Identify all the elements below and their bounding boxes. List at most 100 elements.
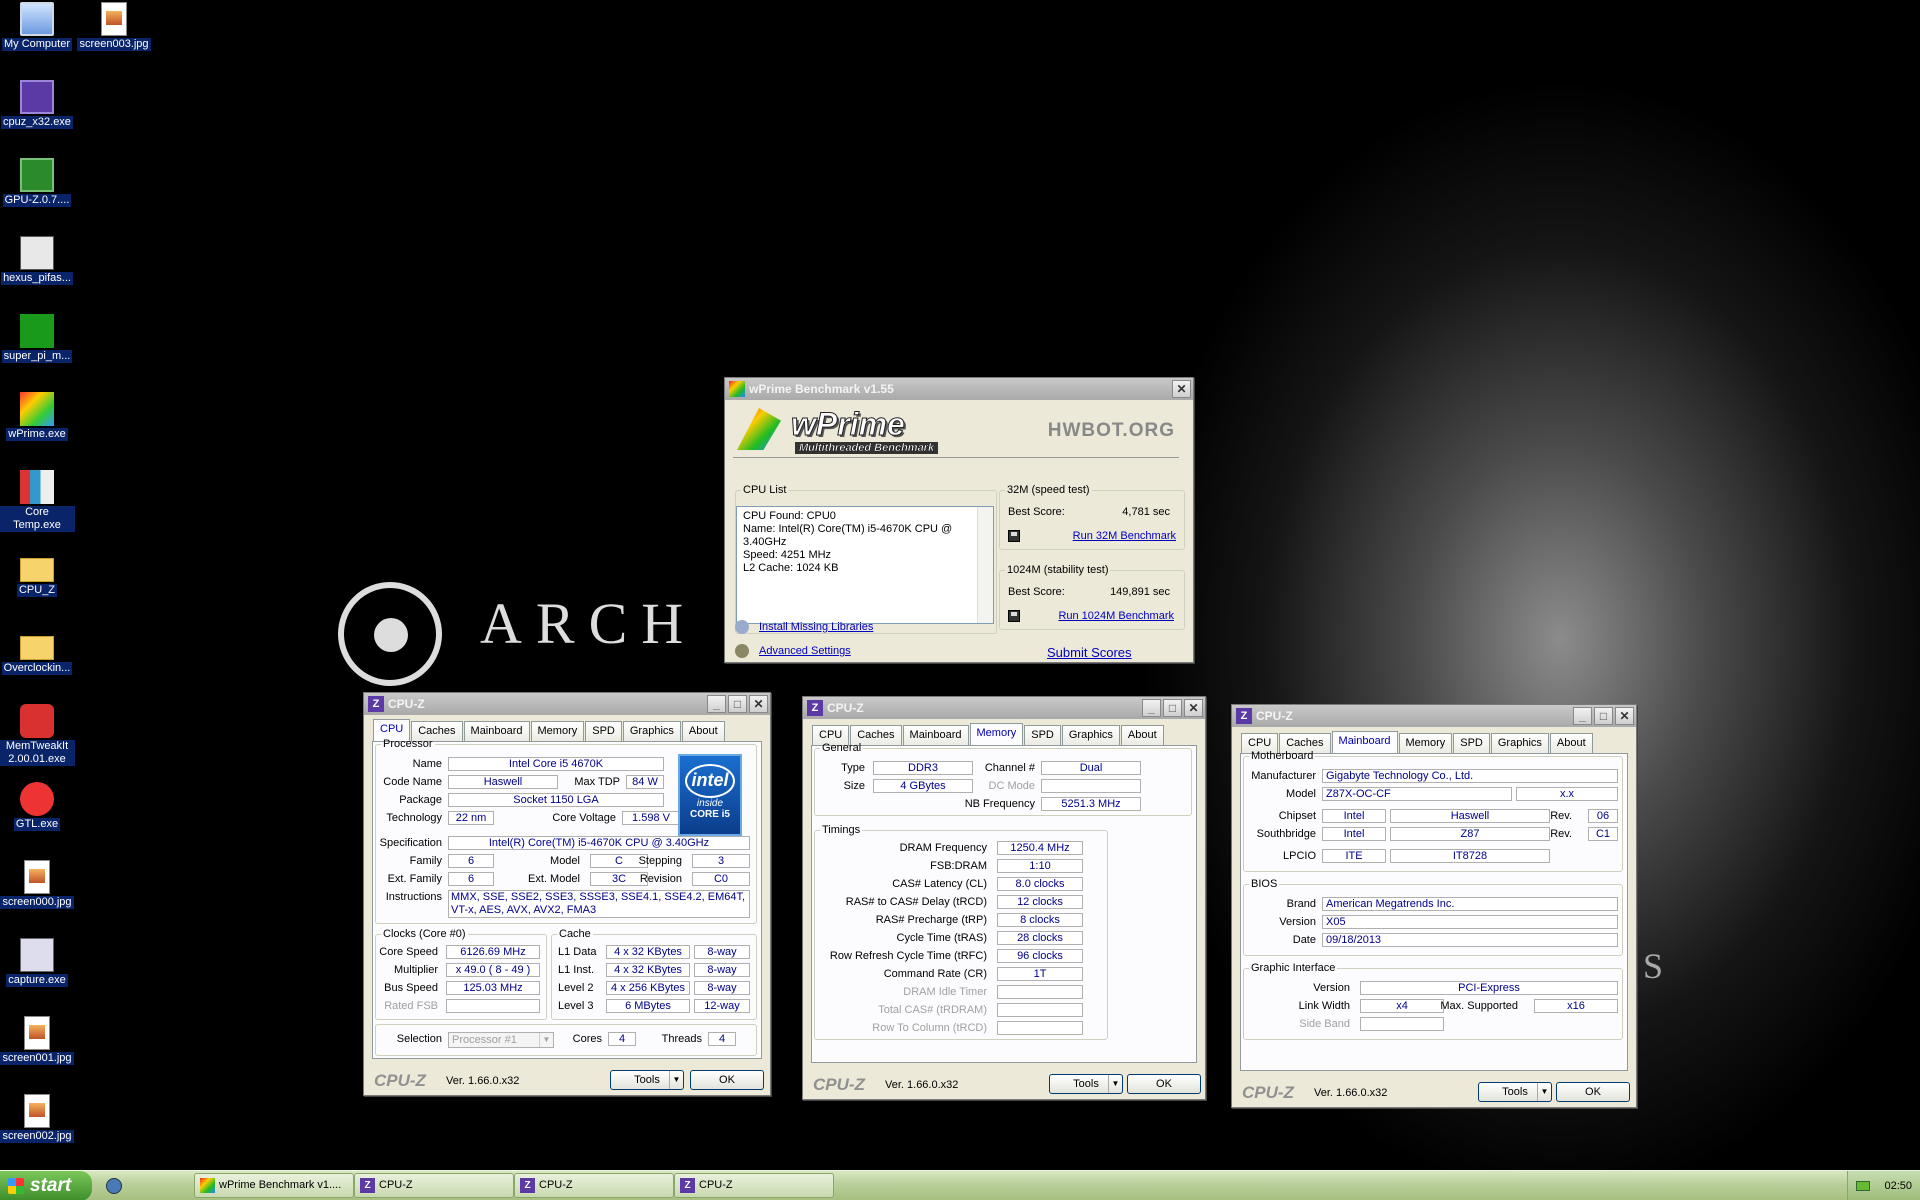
install-missing-libraries-link[interactable]: Install Missing Libraries — [759, 621, 873, 633]
desktop-icon-my-computer[interactable]: My Computer — [0, 2, 75, 51]
tools-button[interactable]: Tools ▼ — [1478, 1082, 1552, 1102]
level3-ways: 12-way — [694, 999, 750, 1013]
start-button[interactable]: start — [0, 1171, 92, 1200]
tools-button[interactable]: Tools ▼ — [610, 1070, 684, 1090]
taskbar-item-wprime[interactable]: wPrime Benchmark v1.... — [194, 1173, 354, 1198]
ok-button[interactable]: OK — [690, 1070, 764, 1090]
chipset-rev-value: 06 — [1588, 809, 1618, 823]
taskbar-item-cpuz-3[interactable]: Z CPU-Z — [674, 1173, 834, 1198]
image-file-icon — [101, 2, 127, 36]
close-button[interactable]: ✕ — [749, 695, 768, 713]
timings-group: Timings DRAM Frequency 1250.4 MHz FSB:DRAM… — [814, 824, 1108, 1040]
maximize-button[interactable]: □ — [1594, 707, 1613, 725]
taskbar-item-cpuz-1[interactable]: Z CPU-Z — [354, 1173, 514, 1198]
run-32m-benchmark-link[interactable]: Run 32M Benchmark — [1073, 530, 1176, 542]
wprime-logo-icon — [737, 408, 781, 450]
lpcio-vendor-value: ITE — [1322, 849, 1386, 863]
cpuz-icon: Z — [680, 1178, 695, 1193]
timing-value: 1T — [997, 967, 1083, 981]
timing-label: Cycle Time (tRAS) — [896, 932, 987, 944]
desktop-icon-screen002[interactable]: screen002.jpg — [0, 1094, 75, 1143]
desktop-icon-superpi[interactable]: super_pi_m... — [0, 314, 75, 363]
desktop-icon-wprime[interactable]: wPrime.exe — [0, 392, 75, 441]
bus-speed-value: 125.03 MHz — [446, 981, 540, 995]
cores-value: 4 — [608, 1032, 636, 1046]
cpu-list-scrollbar[interactable] — [977, 507, 993, 623]
desktop-icon-gtl[interactable]: GTL.exe — [0, 782, 75, 831]
cpuz-titlebar[interactable]: Z CPU-Z _ □ ✕ — [364, 693, 770, 715]
save-icon[interactable] — [1008, 610, 1020, 622]
run-1024m-benchmark-link[interactable]: Run 1024M Benchmark — [1058, 610, 1174, 622]
desktop-icon-screen000[interactable]: screen000.jpg — [0, 860, 75, 909]
cpuz-footer: CPU-Z Ver. 1.66.0.x32 Tools ▼ OK — [364, 1065, 770, 1095]
processor-selection-dropdown[interactable]: Processor #1 ▼ — [448, 1032, 554, 1048]
desktop-icon-memtweakit[interactable]: MemTweakIt 2.00.01.exe — [0, 704, 75, 766]
wprime-icon — [200, 1178, 215, 1193]
chevron-down-icon: ▼ — [539, 1033, 553, 1047]
desktop-icon-capture[interactable]: capture.exe — [0, 938, 75, 987]
version-label: Ver. 1.66.0.x32 — [1314, 1087, 1388, 1099]
desktop-icon-screen001[interactable]: screen001.jpg — [0, 1016, 75, 1065]
cpuz-icon: Z — [807, 700, 823, 716]
multiplier-value: x 49.0 ( 8 - 49 ) — [446, 963, 540, 977]
desktop-icon-hexus[interactable]: hexus_pifas... — [0, 236, 75, 285]
cache-group: Cache L1 Data 4 x 32 KBytes 8-way L1 Ins… — [551, 928, 757, 1020]
image-file-icon — [24, 860, 50, 894]
close-button[interactable]: ✕ — [1172, 380, 1191, 398]
quick-launch-icon[interactable] — [106, 1178, 122, 1194]
submit-scores-link[interactable]: Submit Scores — [1047, 645, 1132, 660]
minimize-button[interactable]: _ — [1573, 707, 1592, 725]
desktop-icon-cpu-z-folder[interactable]: CPU_Z — [0, 548, 75, 597]
timing-value: 1:10 — [997, 859, 1083, 873]
minimize-button[interactable]: _ — [1142, 699, 1161, 717]
timing-value — [997, 985, 1083, 999]
gi-version-value: PCI-Express — [1360, 981, 1618, 995]
package-value: Socket 1150 LGA — [448, 793, 664, 807]
chevron-down-icon: ▼ — [669, 1071, 683, 1089]
taskbar-item-cpuz-2[interactable]: Z CPU-Z — [514, 1173, 674, 1198]
my-computer-icon — [20, 2, 54, 36]
desktop-icon-gpuz[interactable]: GPU-Z.0.7.... — [0, 158, 75, 207]
desktop-icon-screen003[interactable]: screen003.jpg — [76, 2, 152, 51]
codename-value: Haswell — [448, 775, 558, 789]
close-button[interactable]: ✕ — [1615, 707, 1634, 725]
desktop-icon-coretemp[interactable]: Core Temp.exe — [0, 470, 75, 532]
stepping-value: 3 — [692, 854, 750, 868]
maximize-button[interactable]: □ — [728, 695, 747, 713]
wprime-titlebar[interactable]: wPrime Benchmark v1.55 ✕ — [725, 378, 1193, 400]
ok-button[interactable]: OK — [1556, 1082, 1630, 1102]
family-value: 6 — [448, 854, 494, 868]
level3-value: 6 MBytes — [606, 999, 690, 1013]
close-button[interactable]: ✕ — [1184, 699, 1203, 717]
technology-value: 22 nm — [448, 811, 494, 825]
timing-value: 12 clocks — [997, 895, 1083, 909]
save-icon[interactable] — [1008, 530, 1020, 542]
version-label: Ver. 1.66.0.x32 — [885, 1079, 959, 1091]
wprime-icon — [729, 381, 745, 397]
cpu-panel: Processor Name Intel Core i5 4670K Code … — [372, 738, 762, 1059]
cpuz-footer: CPU-Z Ver. 1.66.0.x32 Tools ▼ OK — [803, 1069, 1205, 1099]
cpuz-titlebar[interactable]: Z CPU-Z _ □ ✕ — [803, 697, 1205, 719]
gpuz-icon — [20, 158, 54, 192]
minimize-button[interactable]: _ — [707, 695, 726, 713]
advanced-settings-link[interactable]: Advanced Settings — [759, 645, 851, 657]
specification-value: Intel(R) Core(TM) i5-4670K CPU @ 3.40GHz — [448, 836, 750, 850]
cpuz-footer: CPU-Z Ver. 1.66.0.x32 Tools ▼ OK — [1232, 1077, 1636, 1107]
cpu-list[interactable]: CPU Found: CPU0 Name: Intel(R) Core(TM) … — [736, 506, 994, 624]
desktop-icon-cpuz[interactable]: cpuz_x32.exe — [0, 80, 75, 129]
clock[interactable]: 02:50 — [1884, 1180, 1912, 1192]
cpuz-brand: CPU-Z — [1242, 1083, 1294, 1102]
timing-label: Row Refresh Cycle Time (tRFC) — [829, 950, 987, 962]
cpuz-titlebar[interactable]: Z CPU-Z _ □ ✕ — [1232, 705, 1636, 727]
instructions-value: MMX, SSE, SSE2, SSE3, SSSE3, SSE4.1, SSE… — [448, 890, 750, 918]
tools-button[interactable]: Tools ▼ — [1049, 1074, 1123, 1094]
ok-button[interactable]: OK — [1127, 1074, 1201, 1094]
maximize-button[interactable]: □ — [1163, 699, 1182, 717]
timing-label: RAS# Precharge (tRP) — [875, 914, 987, 926]
desktop-icon-overclocking-folder[interactable]: Overclockin... — [0, 626, 75, 675]
revision-value: C0 — [692, 872, 750, 886]
nvidia-tray-icon[interactable] — [1856, 1181, 1870, 1191]
dc-mode-value — [1041, 779, 1141, 793]
model-value: Z87X-OC-CF — [1322, 787, 1512, 801]
wprime-logo-subtitle: Multithreaded Benchmark — [795, 442, 939, 454]
